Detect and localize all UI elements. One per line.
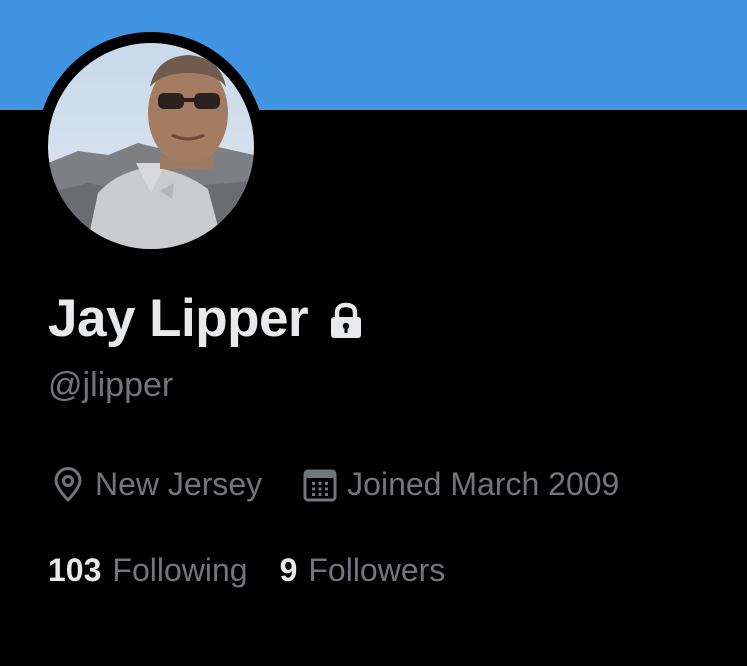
lock-icon	[326, 301, 366, 341]
user-handle: @jlipper	[48, 366, 174, 404]
followers-link[interactable]: 9 Followers	[280, 552, 446, 589]
location-text: New Jersey	[95, 466, 263, 502]
display-name-row: Jay Lipper	[48, 286, 366, 350]
followers-label: Followers	[308, 552, 446, 588]
followers-count: 9	[279, 552, 298, 588]
location: New Jersey	[50, 466, 262, 503]
display-name: Jay Lipper	[48, 288, 309, 348]
avatar[interactable]	[48, 43, 254, 249]
following-link[interactable]: 103 Following	[48, 552, 248, 589]
join-date-text: Joined March 2009	[347, 466, 620, 502]
calendar-icon	[302, 467, 338, 503]
follow-stats: 103 Following 9 Followers	[48, 552, 445, 589]
avatar-frame	[37, 32, 265, 260]
following-count: 103	[48, 552, 102, 588]
profile-meta: New Jersey Joined March 2009	[50, 466, 619, 503]
location-pin-icon	[50, 466, 86, 503]
join-date: Joined March 2009	[302, 466, 619, 503]
following-label: Following	[112, 552, 248, 588]
